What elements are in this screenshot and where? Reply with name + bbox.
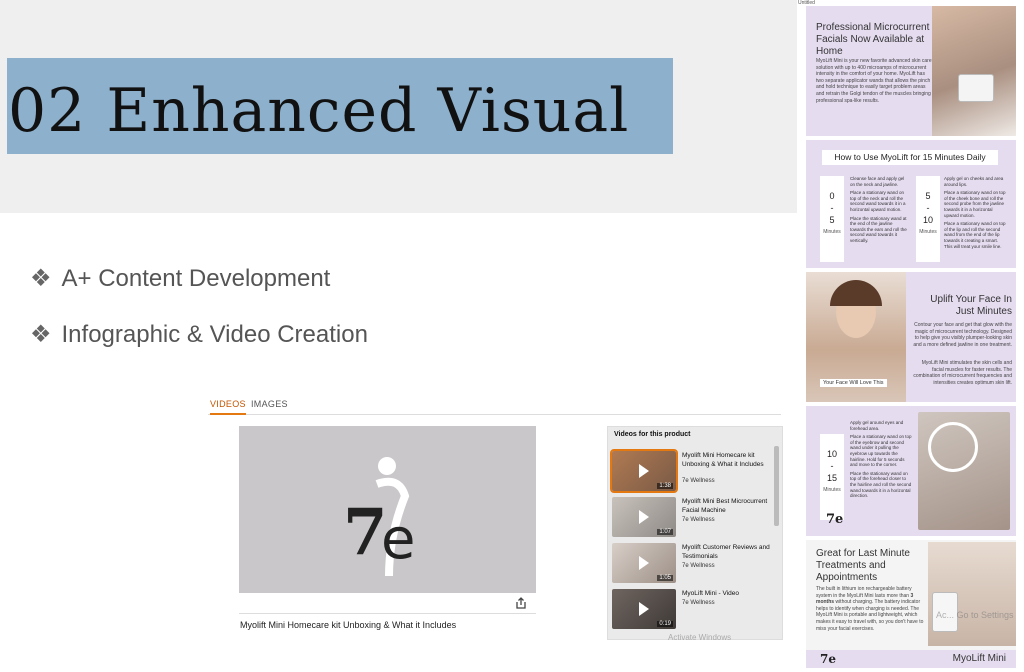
mirror-photo — [918, 412, 1010, 530]
panel-title: Uplift Your Face In Just Minutes — [930, 294, 1012, 317]
infographic-panel-uplift: Your Face Will Love This Uplift Your Fac… — [806, 272, 1016, 402]
panel-footer: 7e MyoLift Mini — [806, 650, 1016, 668]
panel-text: MyoLift Mini stimulates the skin cells a… — [913, 360, 1012, 386]
brand-logo: 7e — [826, 512, 844, 527]
panel-title: How to Use MyoLift for 15 Minutes Daily — [822, 150, 998, 165]
tab-images[interactable]: IMAGES — [251, 399, 288, 409]
panel-title: Great for Last Minute Treatments and App… — [816, 548, 910, 583]
minutes-box: 10 - 15 Minutes — [820, 434, 844, 520]
bullet-item-infographic: ❖ Infographic & Video Creation — [30, 321, 368, 348]
infographic-panel-battery: Great for Last Minute Treatments and App… — [806, 540, 1016, 668]
video-duration: 0:19 — [657, 621, 673, 627]
video-duration: 1:38 — [657, 483, 673, 489]
video-player[interactable]: 7 e — [239, 426, 536, 593]
video-thumbnail: 0:19 — [612, 589, 676, 629]
treatment-photo — [932, 6, 1016, 136]
diamond-bullet-icon: ❖ — [30, 321, 52, 348]
panel-text: MyoLift Mini is your new favorite advanc… — [816, 58, 932, 104]
media-tabs: VIDEOS IMAGES — [208, 396, 781, 415]
panel-title: Professional Microcurrent Facials Now Av… — [816, 22, 930, 57]
infographic-panel-howto: How to Use MyoLift for 15 Minutes Daily … — [806, 140, 1016, 268]
video-list-header: Videos for this product — [614, 431, 691, 438]
video-item-brand: 7e Wellness — [682, 600, 715, 606]
steps-list: Apply gel around eyes and forehead area.… — [850, 420, 912, 499]
video-title: Myolift Mini Homecare kit Unboxing & Wha… — [240, 620, 457, 630]
video-item-title: MyoLift Mini - Video — [682, 590, 739, 597]
video-thumbnail: 1:38 — [610, 449, 678, 493]
video-item-title: Myolift Mini Best Microcurrent Facial Ma… — [682, 498, 768, 514]
steps-list: Apply gel on cheeks and area around lips… — [944, 176, 1006, 249]
video-list-scrollbar[interactable] — [774, 446, 779, 526]
share-icon[interactable] — [514, 596, 528, 610]
brand-logo: 7e — [820, 652, 836, 666]
video-item-brand: 7e Wellness — [682, 563, 715, 569]
video-item-brand: 7e Wellness — [682, 517, 715, 523]
badge: Your Face Will Love This — [820, 379, 887, 387]
bullet-item-content: ❖ A+ Content Development — [30, 265, 331, 292]
footer-label: MyoLift Mini — [952, 653, 1006, 664]
brand-logo: 7 e — [343, 457, 415, 577]
video-thumbnail: 1:05 — [612, 543, 676, 583]
video-list-item[interactable]: 1:07 Myolift Mini Best Microcurrent Faci… — [612, 497, 772, 537]
video-thumbnail: 1:07 — [612, 497, 676, 537]
play-icon — [639, 602, 649, 616]
panel-text: The built in lithium ion rechargeable ba… — [816, 586, 924, 632]
windows-watermark: Activate Windows — [668, 633, 732, 642]
video-list-item[interactable]: 1:38 Myolift Mini Homecare kit Unboxing … — [610, 449, 772, 493]
video-item-title: Myolift Mini Homecare kit Unboxing & Wha… — [682, 452, 764, 468]
panel-text: Contour your face and get that glow with… — [913, 322, 1012, 348]
tab-videos[interactable]: VIDEOS — [210, 399, 246, 415]
model-device-photo — [928, 542, 1016, 646]
infographic-panel-final-steps: 10 - 15 Minutes Apply gel around eyes an… — [806, 406, 1016, 536]
video-item-brand: 7e Wellness — [682, 478, 715, 484]
play-icon — [639, 464, 649, 478]
minutes-box: 0 - 5 Minutes — [820, 176, 844, 262]
slide-title: 02 Enhanced Visual — [8, 76, 630, 146]
video-duration: 1:07 — [657, 529, 673, 535]
video-duration: 1:05 — [657, 575, 673, 581]
video-list-item[interactable]: 1:05 Myolift Customer Reviews and Testim… — [612, 543, 772, 583]
video-list-item[interactable]: 0:19 MyoLift Mini - Video 7e Wellness — [612, 589, 772, 629]
infographic-panel-intro: Professional Microcurrent Facials Now Av… — [806, 6, 1016, 136]
player-controls — [239, 593, 536, 614]
ring-light — [928, 422, 978, 472]
device-image — [958, 74, 994, 102]
video-list: Videos for this product 1:38 Myolift Min… — [607, 426, 783, 640]
play-icon — [639, 556, 649, 570]
video-item-title: Myolift Customer Reviews and Testimonial… — [682, 544, 770, 560]
svg-text:e: e — [381, 507, 415, 572]
windows-watermark: Ac... Go to Settings — [936, 610, 1014, 620]
diamond-bullet-icon: ❖ — [30, 265, 52, 292]
minutes-box: 5 - 10 Minutes — [916, 176, 940, 262]
steps-list: Cleanse face and apply gel on the neck a… — [850, 176, 907, 243]
play-icon — [639, 510, 649, 524]
